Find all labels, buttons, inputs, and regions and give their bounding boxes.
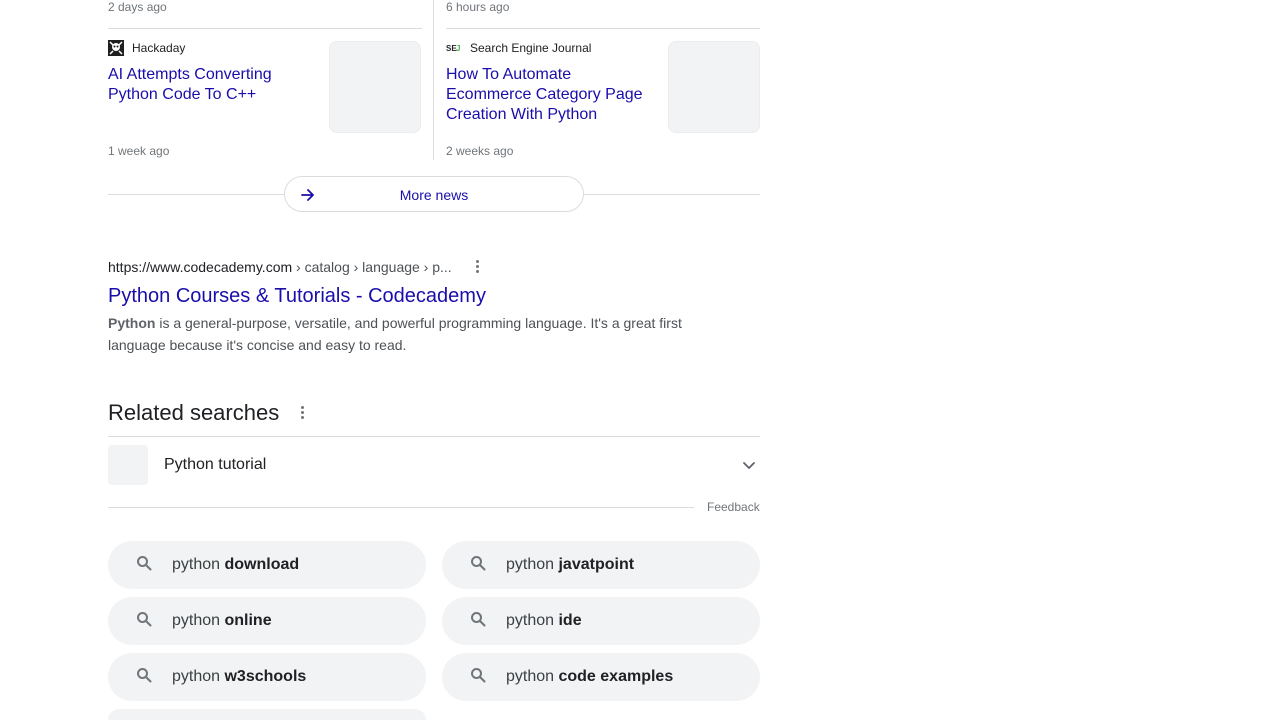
chip-prefix: python	[506, 612, 559, 629]
news-source-name: Search Engine Journal	[470, 41, 592, 55]
related-search-chip[interactable]: python code examples	[442, 653, 760, 701]
chip-bold: download	[224, 556, 300, 573]
news-source-name: Hackaday	[132, 41, 186, 55]
chip-bold: w3schools	[224, 668, 307, 685]
news-card[interactable]: Hackaday AI Attempts Converting Python C…	[108, 40, 422, 162]
divider	[446, 28, 760, 29]
related-search-chip[interactable]: python ide	[442, 597, 760, 645]
chevron-down-icon	[742, 458, 756, 477]
related-search-chip[interactable]: python online	[108, 597, 426, 645]
chip-prefix: python	[506, 556, 559, 573]
related-search-chip[interactable]: python download	[108, 541, 426, 589]
news-card-time: 2 weeks ago	[446, 144, 514, 158]
divider	[433, 0, 434, 160]
hackaday-skull-icon	[108, 40, 124, 56]
chip-bold: javatpoint	[558, 556, 635, 573]
svg-text:J: J	[456, 44, 460, 53]
search-icon	[136, 611, 152, 632]
news-thumbnail[interactable]	[329, 41, 421, 133]
related-search-chip[interactable]: python w3schools	[108, 653, 426, 701]
chip-prefix: python	[172, 612, 225, 629]
related-accordion-item[interactable]: Python tutorial	[108, 445, 760, 485]
search-icon	[470, 611, 486, 632]
related-accordion-label: Python tutorial	[164, 456, 267, 473]
result-title[interactable]: Python Courses & Tutorials - Codecademy	[108, 283, 486, 309]
news-title[interactable]: How To Automate Ecommerce Category Page …	[446, 65, 646, 125]
feedback-link[interactable]: Feedback	[707, 500, 760, 514]
more-news-label: More news	[399, 187, 469, 203]
more-news-button[interactable]: More news	[284, 176, 584, 212]
snippet-bold: Python	[108, 315, 156, 331]
news-source: Hackaday	[108, 40, 185, 56]
more-options-icon[interactable]	[475, 260, 479, 273]
result-url[interactable]: https://www.codecademy.com › catalog › l…	[108, 259, 468, 275]
news-title[interactable]: AI Attempts Converting Python Code To C+…	[108, 65, 308, 105]
chip-bold: ide	[558, 612, 582, 629]
news-card-time: 1 week ago	[108, 144, 170, 158]
divider	[108, 436, 760, 437]
search-icon	[136, 667, 152, 688]
chip-prefix: python	[172, 668, 225, 685]
related-thumbnail	[108, 445, 148, 485]
news-thumbnail[interactable]	[668, 41, 760, 133]
chip-prefix: python	[172, 556, 225, 573]
search-icon	[470, 555, 486, 576]
result-snippet: Python is a general-purpose, versatile, …	[108, 312, 708, 356]
news-source: SE J Search Engine Journal	[446, 40, 591, 56]
chip-bold: online	[224, 612, 272, 629]
divider	[108, 28, 422, 29]
result-url-domain: https://www.codecademy.com	[108, 259, 293, 275]
news-card-time: 6 hours ago	[446, 0, 510, 14]
chip-bold: code examples	[558, 668, 674, 685]
news-card[interactable]: SE J Search Engine Journal How To Automa…	[446, 40, 760, 162]
chip-prefix: python	[506, 668, 559, 685]
related-search-chip[interactable]	[108, 709, 426, 720]
result-url-path: › catalog › language › p...	[292, 259, 452, 275]
more-options-icon[interactable]	[300, 406, 304, 419]
related-searches-heading: Related searches	[108, 400, 280, 425]
sej-logo-icon: SE J	[446, 40, 462, 56]
divider	[108, 507, 694, 508]
related-search-chip[interactable]: python javatpoint	[442, 541, 760, 589]
search-icon	[470, 667, 486, 688]
search-icon	[136, 555, 152, 576]
snippet-text: is a general-purpose, versatile, and pow…	[108, 315, 682, 353]
news-card-time: 2 days ago	[108, 0, 167, 14]
